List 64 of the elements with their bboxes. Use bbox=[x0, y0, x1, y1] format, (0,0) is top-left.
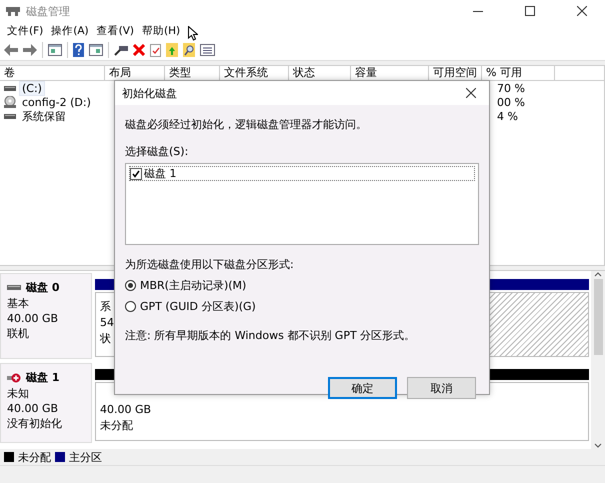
column-header[interactable]: 卷 bbox=[0, 66, 105, 80]
scroll-up-icon[interactable] bbox=[594, 271, 602, 277]
forward-arrow-icon[interactable] bbox=[23, 44, 37, 56]
menu-item[interactable]: 查看(V) bbox=[96, 23, 136, 39]
help-icon[interactable] bbox=[73, 43, 84, 57]
menu-item[interactable]: 操作(A) bbox=[50, 23, 90, 39]
list-item[interactable]: 磁盘 1 bbox=[144, 166, 176, 181]
field-label: 为所选磁盘使用以下磁盘分区形式: bbox=[125, 257, 295, 272]
delete-icon[interactable] bbox=[133, 44, 145, 56]
disk-type: 未知 bbox=[7, 386, 30, 401]
checked-document-icon[interactable] bbox=[150, 44, 161, 56]
close-icon[interactable] bbox=[577, 6, 587, 16]
disk-size: 40.00 GB bbox=[7, 312, 60, 325]
folder-search-icon[interactable] bbox=[183, 43, 195, 57]
radio-button[interactable] bbox=[125, 280, 136, 291]
table-cell-text: 70 % bbox=[496, 82, 525, 94]
drive-icon bbox=[4, 86, 16, 90]
note-text: 注意: 所有早期版本的 Windows 都不识别 GPT 分区形式。 bbox=[125, 328, 416, 343]
table-cell-text: 4 % bbox=[496, 110, 518, 122]
radio-label[interactable]: MBR(主启动记录)(M) bbox=[140, 278, 246, 293]
disk-size: 40.00 GB bbox=[7, 402, 60, 415]
window-title: 磁盘管理 bbox=[26, 4, 71, 18]
disk-list[interactable]: 磁盘 1 bbox=[125, 163, 479, 245]
radio-label[interactable]: GPT (GUID 分区表)(G) bbox=[140, 299, 256, 314]
disk-type: 基本 bbox=[7, 296, 30, 311]
minimize-icon[interactable] bbox=[473, 10, 483, 12]
table-cell[interactable]: 系统保留 bbox=[20, 108, 68, 124]
partition-text: 40.00 GB bbox=[100, 403, 152, 416]
legend-label: 主分区 bbox=[69, 450, 102, 464]
connect-icon[interactable] bbox=[114, 44, 128, 56]
checkbox[interactable] bbox=[130, 168, 142, 180]
disk-error-icon bbox=[7, 372, 21, 382]
table-cell[interactable]: config-2 (D:) bbox=[20, 96, 93, 108]
dialog-button[interactable]: 取消 bbox=[407, 377, 476, 399]
maximize-icon[interactable] bbox=[525, 6, 535, 16]
scroll-down-icon[interactable] bbox=[594, 443, 602, 449]
radio-button[interactable] bbox=[125, 301, 136, 312]
partition-text: 54 bbox=[100, 316, 114, 329]
disk-status: 联机 bbox=[7, 326, 30, 341]
partition-text: 系 bbox=[100, 299, 111, 314]
disc-drive-icon bbox=[4, 96, 16, 108]
properties-list-icon[interactable] bbox=[200, 44, 215, 56]
table-cell[interactable]: (C:) bbox=[20, 82, 44, 94]
partition-text: 状 bbox=[100, 331, 111, 346]
panel-icon[interactable] bbox=[48, 44, 62, 56]
table-cell-text: 00 % bbox=[496, 96, 525, 108]
close-icon[interactable] bbox=[466, 88, 476, 98]
drive-icon bbox=[4, 114, 16, 118]
dialog-button[interactable]: 确定 bbox=[328, 377, 397, 399]
scrollbar[interactable] bbox=[591, 271, 605, 449]
disk-status: 没有初始化 bbox=[7, 416, 63, 431]
legend-label: 未分配 bbox=[18, 450, 51, 464]
disk-icon bbox=[7, 285, 21, 290]
disk-management-icon bbox=[6, 5, 20, 17]
dialog-message: 磁盘必须经过初始化，逻辑磁盘管理器才能访问。 bbox=[125, 117, 368, 132]
menu-item[interactable]: 帮助(H) bbox=[141, 23, 182, 39]
disk-name: 磁盘 1 bbox=[26, 370, 60, 385]
back-arrow-icon[interactable] bbox=[4, 44, 18, 56]
menu-item[interactable]: 文件(F) bbox=[6, 23, 44, 39]
partition-text: 未分配 bbox=[100, 418, 133, 433]
field-label: 选择磁盘(S): bbox=[125, 144, 190, 159]
disk-name: 磁盘 0 bbox=[26, 280, 60, 295]
dialog-title: 初始化磁盘 bbox=[122, 86, 178, 100]
panel-icon[interactable] bbox=[89, 44, 103, 56]
